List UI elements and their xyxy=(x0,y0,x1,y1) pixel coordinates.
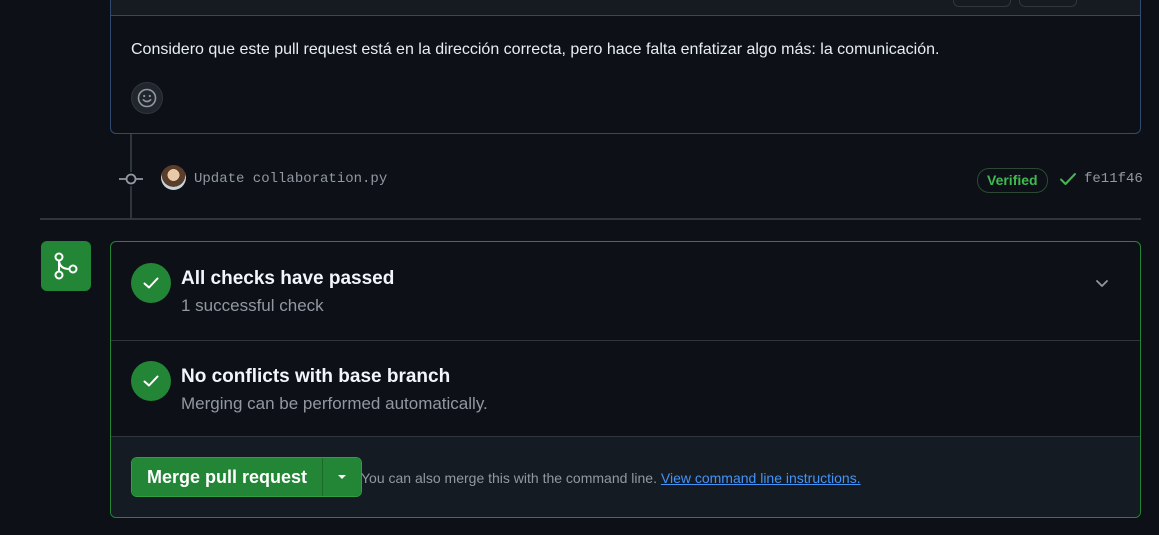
avatar[interactable] xyxy=(161,165,186,190)
conflicts-title: No conflicts with base branch xyxy=(181,366,451,387)
merge-button-group: Merge pull request xyxy=(131,457,363,497)
comment-header-button[interactable] xyxy=(1019,0,1077,7)
checks-subtitle: 1 successful check xyxy=(181,296,324,315)
verified-badge[interactable]: Verified xyxy=(977,168,1048,193)
smiley-icon xyxy=(137,88,157,108)
command-line-hint-text: You can also merge this with the command… xyxy=(361,470,657,486)
check-icon[interactable] xyxy=(1059,171,1077,187)
commit-sha-link[interactable]: fe11f46 xyxy=(1084,171,1143,187)
merge-footer: Merge pull request You can also merge th… xyxy=(111,437,1140,517)
checks-title: All checks have passed xyxy=(181,268,395,289)
conflicts-subtitle: Merging can be performed automatically. xyxy=(181,394,488,413)
comment-box: Considero que este pull request está en … xyxy=(110,0,1141,134)
add-reaction-button[interactable] xyxy=(131,82,163,114)
comment-header xyxy=(111,0,1140,16)
merge-pull-request-button[interactable]: Merge pull request xyxy=(132,458,324,496)
checks-section[interactable]: All checks have passed 1 successful chec… xyxy=(111,242,1140,341)
comment-header-button[interactable] xyxy=(953,0,1011,7)
check-circle-icon xyxy=(131,263,171,303)
merge-method-dropdown[interactable] xyxy=(323,458,362,496)
comment-body: Considero que este pull request está en … xyxy=(131,41,940,58)
timeline-line xyxy=(130,186,132,218)
merge-box: All checks have passed 1 successful chec… xyxy=(110,241,1141,518)
timeline-divider xyxy=(40,218,1141,220)
command-line-hint: You can also merge this with the command… xyxy=(361,470,861,486)
git-commit-icon xyxy=(119,173,143,185)
timeline-line xyxy=(130,134,132,172)
pr-timeline: Considero que este pull request está en … xyxy=(0,0,1159,535)
git-merge-icon xyxy=(54,252,78,280)
command-line-instructions-link[interactable]: View command line instructions. xyxy=(661,470,861,486)
chevron-down-icon[interactable] xyxy=(1094,275,1110,291)
git-merge-icon-badge xyxy=(41,241,91,291)
conflicts-section: No conflicts with base branch Merging ca… xyxy=(111,341,1140,437)
check-circle-icon xyxy=(131,361,171,401)
triangle-down-icon xyxy=(338,475,347,479)
commit-message-link[interactable]: Update collaboration.py xyxy=(194,171,387,187)
